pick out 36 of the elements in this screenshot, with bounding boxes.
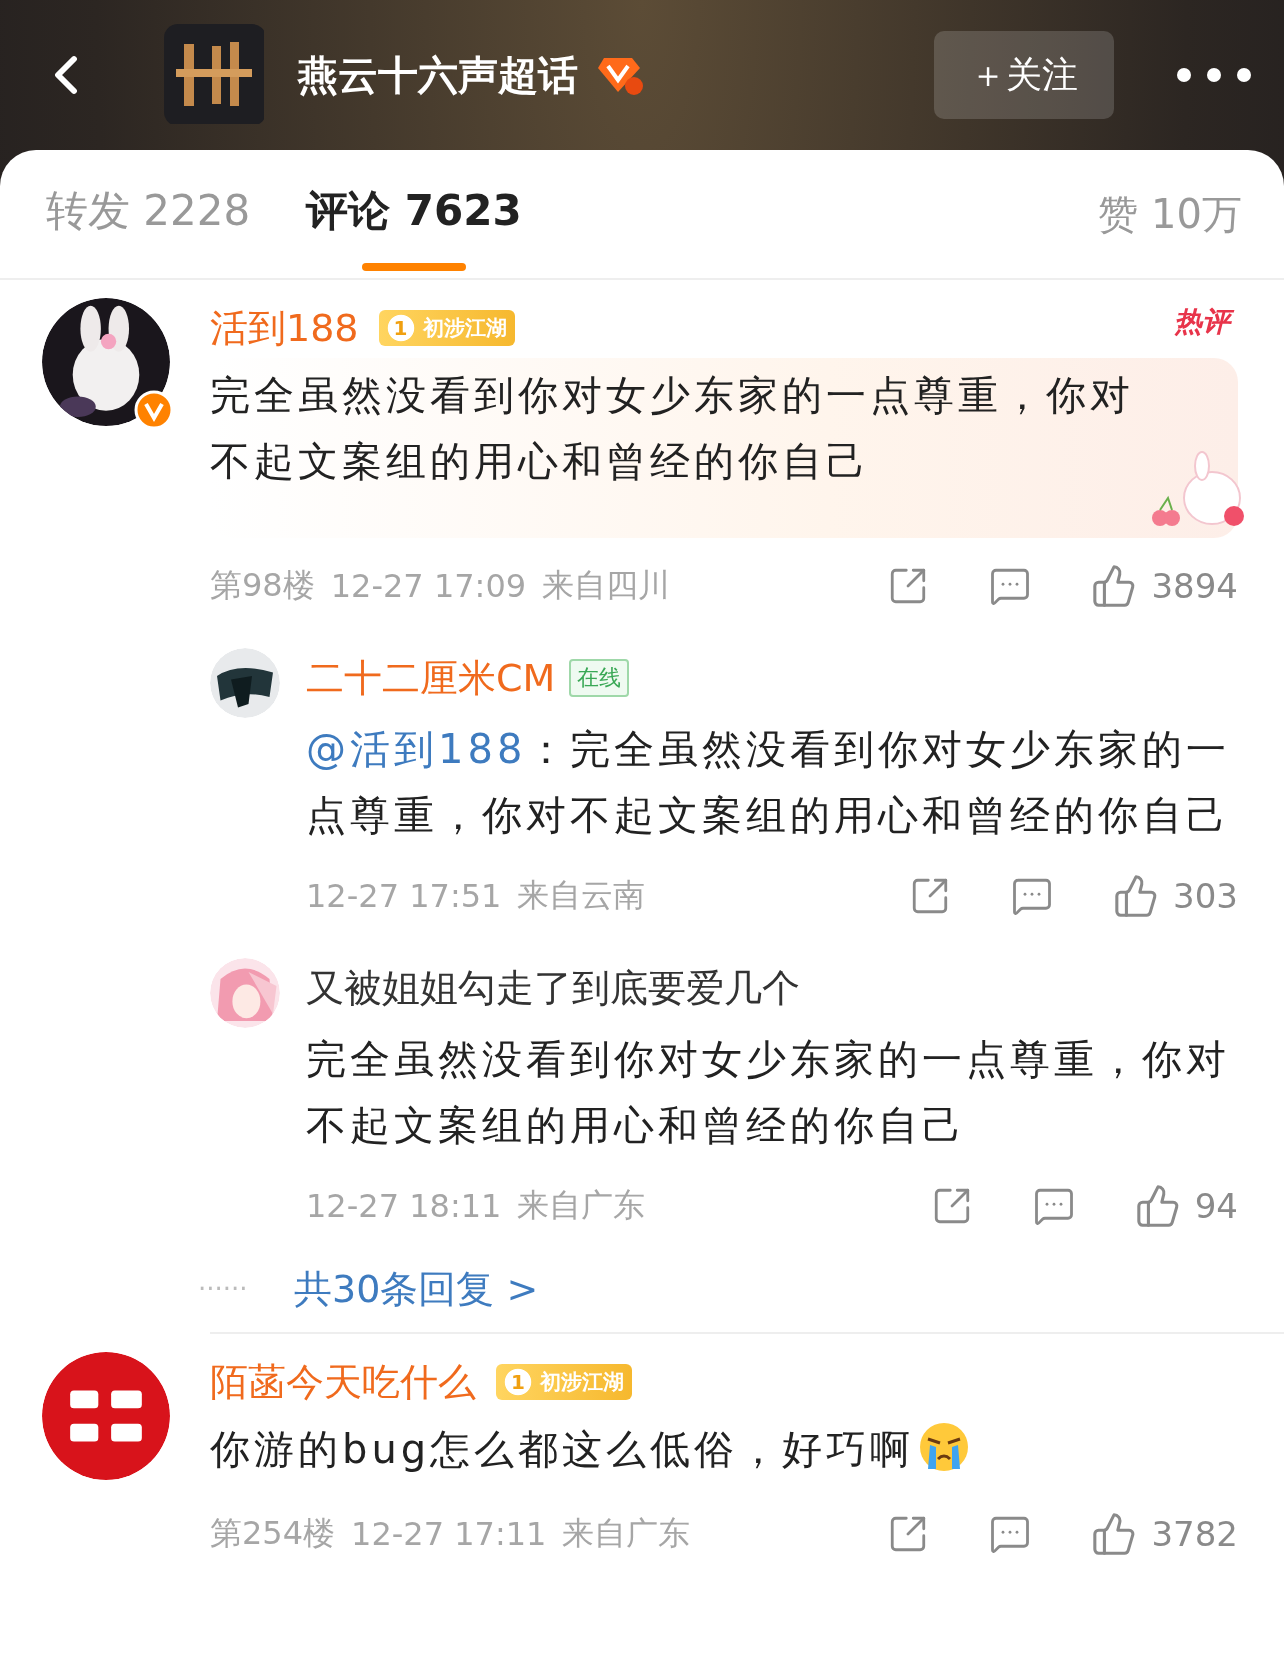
- level-badge: 1 初涉江湖: [378, 310, 515, 346]
- comment-location: 来自云南: [517, 875, 646, 916]
- comment-location: 来自广东: [562, 1513, 691, 1554]
- user-name[interactable]: 又被姐姐勾走了到底要爱几个: [306, 962, 800, 1014]
- comment-text: 完全虽然没看到你对女少东家的一点尊重，你对不起文案组的用心和曾经的你自己: [210, 372, 1134, 484]
- tab[interactable]: 评论 7623: [302, 153, 526, 275]
- comment-time: 12-27 17:51: [306, 877, 502, 915]
- comment-time: 12-27 17:11: [351, 1515, 547, 1553]
- floor-number: 第98楼: [210, 565, 315, 606]
- follow-button[interactable]: ＋关注: [934, 31, 1114, 119]
- user-name[interactable]: 二十二厘米CM: [306, 652, 556, 704]
- comment-time: 12-27 17:09: [330, 567, 527, 605]
- comment-text: 你游的bug怎么都这么低俗，好巧啊: [210, 1426, 915, 1472]
- comment-time: 12-27 18:11: [306, 1187, 502, 1225]
- more-replies-link[interactable]: 共30条回复 >: [294, 1263, 539, 1315]
- user-name[interactable]: 活到188: [210, 302, 359, 354]
- online-status: 在线: [569, 659, 630, 697]
- ellipsis-dots: ······: [198, 1274, 249, 1304]
- page-title: 燕云十六声超话: [298, 50, 578, 100]
- mention-link[interactable]: @活到188: [306, 726, 527, 772]
- tab[interactable]: 转发 2228: [42, 153, 255, 275]
- likes-total[interactable]: 赞 10万: [1098, 186, 1242, 242]
- like-count: 3782: [1151, 1514, 1238, 1554]
- like-icon[interactable]: [1134, 1183, 1181, 1229]
- more-icon[interactable]: [1174, 65, 1254, 85]
- user-name[interactable]: 陌菡今天吃什么: [210, 1356, 476, 1408]
- hot-comment-label: 热评: [1170, 302, 1238, 342]
- level-badge: 1 初涉江湖: [496, 1364, 632, 1400]
- floor-number: 第254楼: [210, 1513, 336, 1554]
- like-count: 94: [1194, 1186, 1238, 1226]
- like-count: 3894: [1151, 566, 1238, 606]
- comment-location: 来自四川: [542, 565, 671, 606]
- reply-text: 完全虽然没看到你对女少东家的一点尊重，你对不起文案组的用心和曾经的你自己: [306, 1035, 1231, 1150]
- comment-location: 来自广东: [517, 1185, 646, 1226]
- like-count: 303: [1173, 876, 1238, 916]
- reply-text: @活到188：完全虽然没看到你对女少东家的一点尊重，你对不起文案组的用心和曾经的你自己: [306, 725, 1232, 840]
